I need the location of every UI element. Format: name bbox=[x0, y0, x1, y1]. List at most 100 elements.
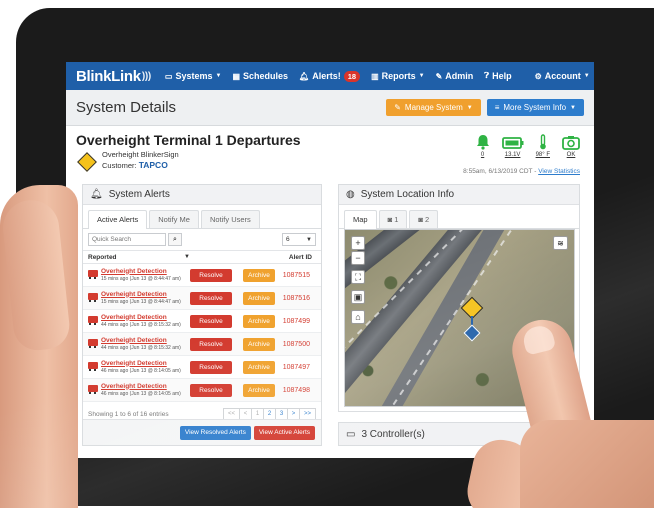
alert-info: Overheight Detection 44 mins ago (Jun 13… bbox=[88, 314, 184, 329]
column-reported[interactable]: Reported bbox=[88, 254, 184, 261]
alert-time: 46 mins ago (Jun 13 @ 8:14:05 am) bbox=[101, 367, 181, 374]
nav-help[interactable]: ❓︎ Help bbox=[484, 71, 511, 81]
system-alerts-title: System Alerts bbox=[108, 189, 170, 200]
caret-down-icon: ▼ bbox=[215, 73, 222, 79]
more-system-info-button[interactable]: ≡ More System Info ▼ bbox=[486, 99, 584, 116]
archive-button[interactable]: Archive bbox=[243, 314, 275, 328]
page-size-select[interactable]: 6 ▼ bbox=[282, 233, 316, 246]
camera-icon: ◙ bbox=[418, 215, 423, 224]
truck-icon bbox=[88, 292, 98, 302]
alert-id: 1087497 bbox=[282, 363, 310, 371]
list-icon: ≡ bbox=[494, 103, 500, 112]
alert-info: Overheight Detection 46 mins ago (Jun 13… bbox=[88, 383, 184, 398]
table-row: Overheight Detection 46 mins ago (Jun 13… bbox=[83, 356, 321, 379]
alert-id: 1087516 bbox=[282, 294, 310, 302]
nav-reports[interactable]: ▥ Reports ▼ bbox=[371, 71, 425, 81]
view-active-alerts-button[interactable]: View Active Alerts bbox=[253, 425, 315, 440]
resolve-button[interactable]: Resolve bbox=[190, 360, 232, 374]
resolve-button[interactable]: Resolve bbox=[190, 291, 232, 305]
layers-button[interactable]: ≋ bbox=[553, 236, 568, 250]
calendar-icon: ▦ bbox=[232, 71, 241, 81]
nav-account-label: Account bbox=[544, 71, 581, 81]
alert-time: 15 mins ago (Jun 13 @ 8:44:47 am) bbox=[101, 275, 181, 282]
alert-id: 1087498 bbox=[282, 386, 310, 394]
status-temperature[interactable]: 98° F bbox=[536, 134, 550, 158]
resolve-button[interactable]: Resolve bbox=[190, 268, 232, 282]
tab-notify-me[interactable]: Notify Me bbox=[149, 210, 199, 228]
resolve-button[interactable]: Resolve bbox=[190, 383, 232, 397]
nav-schedules[interactable]: ▦ Schedules bbox=[232, 71, 288, 81]
nav-admin[interactable]: ✎ Admin bbox=[436, 71, 474, 81]
tab-camera-1[interactable]: ◙ 1 bbox=[378, 210, 408, 228]
caret-down-icon: ▼ bbox=[306, 236, 312, 243]
fullscreen-icon: ⛶ bbox=[354, 271, 362, 282]
status-camera[interactable]: OK bbox=[562, 135, 580, 158]
tab-map[interactable]: Map bbox=[344, 210, 377, 229]
alert-title-link[interactable]: Overheight Detection bbox=[101, 291, 181, 299]
view-resolved-alerts-button[interactable]: View Resolved Alerts bbox=[179, 425, 251, 440]
home-button[interactable]: ⌂ bbox=[351, 310, 365, 324]
signal-waves-icon: ))) bbox=[141, 70, 151, 82]
manage-system-label: Manage System bbox=[404, 103, 463, 112]
archive-button[interactable]: Archive bbox=[243, 337, 275, 351]
zoom-in-button[interactable]: + bbox=[351, 236, 365, 250]
page-size-value: 6 bbox=[286, 236, 290, 243]
system-type: Overheight BlinkerSign bbox=[102, 150, 179, 159]
archive-button[interactable]: Archive bbox=[243, 383, 275, 397]
search-button[interactable]: ⌕ bbox=[168, 233, 182, 246]
sort-caret-icon[interactable]: ▼ bbox=[184, 254, 234, 260]
alert-title-link[interactable]: Overheight Detection bbox=[101, 360, 181, 368]
archive-button[interactable]: Archive bbox=[243, 268, 275, 282]
status-alerts[interactable]: 0 bbox=[476, 134, 490, 158]
nav-admin-label: Admin bbox=[445, 71, 474, 81]
home-icon: ⌂ bbox=[355, 312, 361, 322]
alert-id: 1087515 bbox=[282, 271, 310, 279]
caret-down-icon: ▼ bbox=[418, 73, 425, 79]
nav-alerts[interactable]: 🔔︎ Alerts! 18 bbox=[299, 70, 361, 82]
resolve-button[interactable]: Resolve bbox=[190, 314, 232, 328]
nav-reports-label: Reports bbox=[381, 71, 416, 81]
tab-active-alerts[interactable]: Active Alerts bbox=[88, 210, 148, 229]
customer-line: Customer: TAPCO bbox=[102, 160, 179, 171]
last-updated: 8:55am, 6/13/2019 CDT - View Statistics bbox=[463, 168, 580, 175]
quick-search-input[interactable] bbox=[88, 233, 166, 246]
column-alert-id[interactable]: Alert ID bbox=[289, 254, 312, 261]
manage-system-button[interactable]: ✎ Manage System ▼ bbox=[386, 99, 481, 116]
nav-account[interactable]: ⚙ Account ▼ bbox=[535, 71, 590, 81]
system-type-block: Overheight BlinkerSign Customer: TAPCO bbox=[102, 150, 179, 171]
alerts-search-row: ⌕ 6 ▼ bbox=[83, 229, 321, 250]
question-circle-icon: ❓︎ bbox=[484, 71, 490, 80]
header-actions: ✎ Manage System ▼ ≡ More System Info ▼ bbox=[386, 99, 584, 116]
alert-id: 1087499 bbox=[282, 317, 310, 325]
alerts-tabs: Active Alerts Notify Me Notify Users bbox=[83, 205, 321, 229]
tab-notify-users[interactable]: Notify Users bbox=[200, 210, 260, 228]
alert-title-link[interactable]: Overheight Detection bbox=[101, 337, 181, 345]
nav-systems[interactable]: ▭ Systems ▼ bbox=[165, 71, 222, 81]
archive-button[interactable]: Archive bbox=[243, 291, 275, 305]
status-camera-value: OK bbox=[566, 152, 576, 158]
alert-time: 46 mins ago (Jun 13 @ 8:14:05 am) bbox=[101, 390, 181, 397]
alert-time: 44 mins ago (Jun 13 @ 8:15:32 am) bbox=[101, 321, 181, 328]
zoom-out-button[interactable]: − bbox=[351, 251, 365, 265]
fullscreen-button[interactable]: ⛶ bbox=[351, 270, 365, 284]
location-marker-icon[interactable] bbox=[463, 324, 481, 342]
search-icon: ⌕ bbox=[173, 235, 177, 243]
alert-title-link[interactable]: Overheight Detection bbox=[101, 383, 181, 391]
status-battery-value: 13.1V bbox=[504, 152, 521, 158]
alert-title-link[interactable]: Overheight Detection bbox=[101, 314, 181, 322]
alert-text: Overheight Detection 46 mins ago (Jun 13… bbox=[101, 360, 181, 375]
wrench-icon: ✎ bbox=[435, 71, 443, 81]
tab-camera-2[interactable]: ◙ 2 bbox=[409, 210, 439, 228]
systems-icon: ▭ bbox=[164, 71, 173, 81]
map-view-button[interactable]: ▣ bbox=[351, 290, 365, 304]
bell-icon bbox=[476, 135, 489, 150]
alert-title-link[interactable]: Overheight Detection bbox=[101, 268, 181, 276]
resolve-button[interactable]: Resolve bbox=[190, 337, 232, 351]
entries-summary: Showing 1 to 6 of 16 entries bbox=[88, 410, 169, 418]
status-battery[interactable]: 13.1V bbox=[501, 136, 524, 158]
brand-logo[interactable]: BlinkLink ))) bbox=[76, 68, 151, 85]
nav-systems-label: Systems bbox=[175, 71, 213, 81]
customer-label: Customer: bbox=[102, 161, 137, 170]
view-statistics-link[interactable]: View Statistics bbox=[538, 168, 580, 175]
archive-button[interactable]: Archive bbox=[243, 360, 275, 374]
